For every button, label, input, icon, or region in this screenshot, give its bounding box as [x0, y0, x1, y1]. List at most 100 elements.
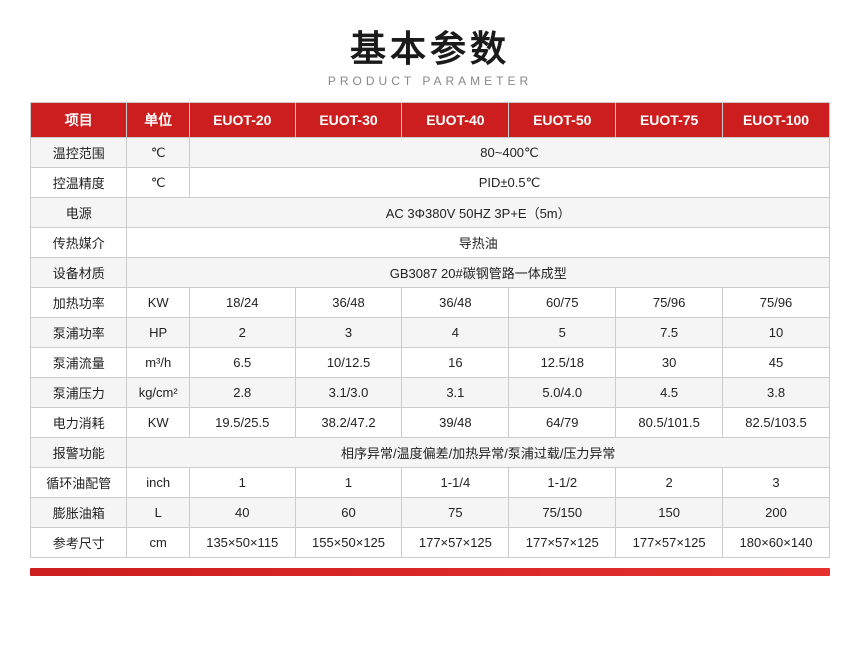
row-euot40: 75 — [402, 498, 509, 528]
row-euot30: 60 — [295, 498, 402, 528]
row-item: 加热功率 — [31, 288, 127, 318]
row-euot100: 45 — [723, 348, 830, 378]
row-euot20: 2.8 — [189, 378, 295, 408]
page-wrapper: 基本参数 PRODUCT PARAMETER 项目 单位 EUOT-20 EUO… — [0, 0, 860, 586]
row-euot20: 135×50×115 — [189, 528, 295, 558]
row-euot75: 177×57×125 — [616, 528, 723, 558]
row-merged-data: AC 3Φ380V 50HZ 3P+E（5m） — [127, 198, 830, 228]
row-euot30: 10/12.5 — [295, 348, 402, 378]
row-euot75: 7.5 — [616, 318, 723, 348]
row-euot20: 1 — [189, 468, 295, 498]
row-euot75: 30 — [616, 348, 723, 378]
row-euot100: 3.8 — [723, 378, 830, 408]
row-euot20: 19.5/25.5 — [189, 408, 295, 438]
params-table: 项目 单位 EUOT-20 EUOT-30 EUOT-40 EUOT-50 EU… — [30, 102, 830, 558]
table-row: 电源AC 3Φ380V 50HZ 3P+E（5m） — [31, 198, 830, 228]
table-row: 泵浦压力kg/cm²2.83.1/3.03.15.0/4.04.53.8 — [31, 378, 830, 408]
row-item: 设备材质 — [31, 258, 127, 288]
row-euot40: 36/48 — [402, 288, 509, 318]
row-unit: KW — [127, 288, 190, 318]
table-row: 传热媒介导热油 — [31, 228, 830, 258]
row-merged-data: GB3087 20#碳钢管路一体成型 — [127, 258, 830, 288]
row-item: 电力消耗 — [31, 408, 127, 438]
row-euot20: 6.5 — [189, 348, 295, 378]
table-row: 电力消耗KW19.5/25.538.2/47.239/4864/7980.5/1… — [31, 408, 830, 438]
row-euot30: 155×50×125 — [295, 528, 402, 558]
col-euot50: EUOT-50 — [509, 103, 616, 138]
col-euot40: EUOT-40 — [402, 103, 509, 138]
row-euot75: 4.5 — [616, 378, 723, 408]
row-euot30: 36/48 — [295, 288, 402, 318]
row-unit: kg/cm² — [127, 378, 190, 408]
row-euot50: 5 — [509, 318, 616, 348]
row-euot50: 12.5/18 — [509, 348, 616, 378]
row-euot100: 10 — [723, 318, 830, 348]
table-row: 温控范围℃80~400℃ — [31, 138, 830, 168]
table-header-row: 项目 单位 EUOT-20 EUOT-30 EUOT-40 EUOT-50 EU… — [31, 103, 830, 138]
row-euot30: 38.2/47.2 — [295, 408, 402, 438]
row-euot40: 39/48 — [402, 408, 509, 438]
row-item: 电源 — [31, 198, 127, 228]
row-euot100: 180×60×140 — [723, 528, 830, 558]
table-row: 循环油配管inch111-1/41-1/223 — [31, 468, 830, 498]
row-euot75: 2 — [616, 468, 723, 498]
row-item: 参考尺寸 — [31, 528, 127, 558]
table-row: 加热功率KW18/2436/4836/4860/7575/9675/96 — [31, 288, 830, 318]
row-euot30: 3 — [295, 318, 402, 348]
table-row: 参考尺寸cm135×50×115155×50×125177×57×125177×… — [31, 528, 830, 558]
row-item: 温控范围 — [31, 138, 127, 168]
row-euot40: 4 — [402, 318, 509, 348]
row-item: 传热媒介 — [31, 228, 127, 258]
row-unit: m³/h — [127, 348, 190, 378]
row-euot50: 177×57×125 — [509, 528, 616, 558]
row-unit: ℃ — [127, 168, 190, 198]
row-item: 泵浦压力 — [31, 378, 127, 408]
row-unit: inch — [127, 468, 190, 498]
row-euot20: 18/24 — [189, 288, 295, 318]
table-row: 泵浦流量m³/h6.510/12.51612.5/183045 — [31, 348, 830, 378]
row-euot40: 16 — [402, 348, 509, 378]
row-euot100: 82.5/103.5 — [723, 408, 830, 438]
row-unit: L — [127, 498, 190, 528]
col-item: 项目 — [31, 103, 127, 138]
row-euot40: 177×57×125 — [402, 528, 509, 558]
row-euot100: 3 — [723, 468, 830, 498]
row-unit: cm — [127, 528, 190, 558]
table-row: 设备材质GB3087 20#碳钢管路一体成型 — [31, 258, 830, 288]
row-euot50: 75/150 — [509, 498, 616, 528]
table-row: 膨胀油箱L40607575/150150200 — [31, 498, 830, 528]
row-euot100: 200 — [723, 498, 830, 528]
row-item: 膨胀油箱 — [31, 498, 127, 528]
col-euot20: EUOT-20 — [189, 103, 295, 138]
row-merged-data: 80~400℃ — [189, 138, 829, 168]
col-euot100: EUOT-100 — [723, 103, 830, 138]
table-row: 报警功能相序异常/温度偏差/加热异常/泵浦过载/压力异常 — [31, 438, 830, 468]
row-item: 泵浦功率 — [31, 318, 127, 348]
row-euot30: 1 — [295, 468, 402, 498]
row-item: 循环油配管 — [31, 468, 127, 498]
row-euot30: 3.1/3.0 — [295, 378, 402, 408]
row-unit: ℃ — [127, 138, 190, 168]
row-unit: KW — [127, 408, 190, 438]
row-euot20: 40 — [189, 498, 295, 528]
row-euot50: 64/79 — [509, 408, 616, 438]
row-euot75: 150 — [616, 498, 723, 528]
row-euot20: 2 — [189, 318, 295, 348]
bottom-bar — [30, 568, 830, 576]
row-euot50: 1-1/2 — [509, 468, 616, 498]
main-title: 基本参数 — [30, 20, 830, 72]
row-item: 报警功能 — [31, 438, 127, 468]
col-unit: 单位 — [127, 103, 190, 138]
col-euot75: EUOT-75 — [616, 103, 723, 138]
row-euot50: 5.0/4.0 — [509, 378, 616, 408]
row-euot75: 80.5/101.5 — [616, 408, 723, 438]
sub-title: PRODUCT PARAMETER — [30, 74, 830, 88]
row-euot50: 60/75 — [509, 288, 616, 318]
title-section: 基本参数 PRODUCT PARAMETER — [30, 20, 830, 88]
row-euot40: 3.1 — [402, 378, 509, 408]
row-merged-data: 相序异常/温度偏差/加热异常/泵浦过载/压力异常 — [127, 438, 830, 468]
row-item: 控温精度 — [31, 168, 127, 198]
row-euot100: 75/96 — [723, 288, 830, 318]
row-merged-data: PID±0.5℃ — [189, 168, 829, 198]
row-item: 泵浦流量 — [31, 348, 127, 378]
